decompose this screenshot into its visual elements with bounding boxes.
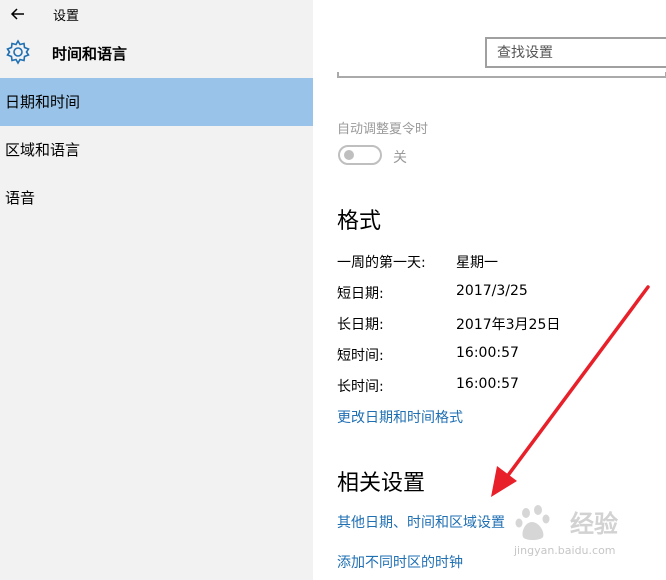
sidebar-item-label: 区域和语言 — [5, 141, 81, 159]
search-input[interactable] — [487, 39, 666, 66]
sidebar-item-region-language[interactable]: 区域和语言 — [0, 126, 313, 174]
sidebar-item-label: 日期和时间 — [5, 93, 81, 111]
watermark: 经验 jingyan.baidu.com — [508, 498, 658, 570]
format-label: 一周的第一天: — [337, 255, 426, 271]
timezone-dropdown[interactable] — [337, 72, 666, 78]
search-box[interactable] — [485, 37, 666, 68]
title-bar: 设置 — [0, 0, 666, 28]
format-value: 星期一 — [456, 255, 498, 271]
toggle-knob — [344, 150, 354, 160]
related-settings-heading: 相关设置 — [337, 471, 426, 496]
sidebar-item-label: 语音 — [5, 189, 36, 207]
add-clocks-link[interactable]: 添加不同时区的时钟 — [337, 552, 463, 572]
baidu-paw-logo — [515, 505, 550, 540]
dst-label: 自动调整夏令时 — [337, 122, 429, 137]
format-value: 2017年3月25日 — [456, 317, 561, 333]
additional-datetime-region-link[interactable]: 其他日期、时间和区域设置 — [337, 512, 505, 532]
sidebar-item-speech[interactable]: 语音 — [0, 174, 313, 222]
watermark-url: jingyan.baidu.com — [514, 544, 616, 557]
watermark-brand: 经验 — [570, 510, 618, 538]
back-arrow-icon[interactable] — [8, 4, 28, 24]
gear-icon — [6, 39, 30, 65]
page-title: 时间和语言 — [52, 45, 128, 63]
format-value: 2017/3/25 — [456, 283, 528, 299]
change-format-link[interactable]: 更改日期和时间格式 — [337, 407, 463, 427]
format-label: 长时间: — [337, 379, 384, 395]
format-value: 16:00:57 — [456, 376, 519, 392]
dst-toggle[interactable] — [338, 145, 382, 165]
format-label: 短时间: — [337, 348, 384, 364]
dst-toggle-state: 关 — [393, 150, 407, 166]
format-value: 16:00:57 — [456, 345, 519, 361]
format-label: 短日期: — [337, 286, 384, 302]
format-label: 长日期: — [337, 317, 384, 333]
format-heading: 格式 — [337, 209, 382, 234]
window-title: 设置 — [53, 9, 80, 24]
sidebar-item-date-time[interactable]: 日期和时间 — [0, 78, 313, 126]
